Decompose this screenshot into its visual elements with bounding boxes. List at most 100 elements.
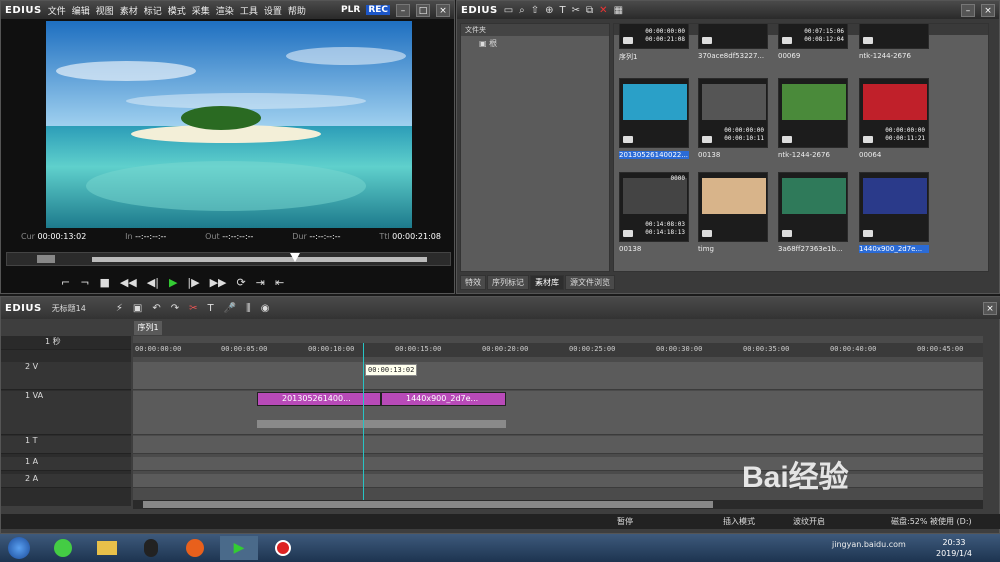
step-forward-icon[interactable]: |▶ xyxy=(187,276,199,289)
maximize-button[interactable]: □ xyxy=(416,3,430,17)
bin-clip[interactable]: ntk-1244-2676 xyxy=(859,24,929,60)
shuttle-handle[interactable] xyxy=(37,255,55,263)
bin-clip[interactable]: ntk-1244-2676 xyxy=(778,78,848,159)
timeline-ruler[interactable]: 00:00:00:00 00:00:05:00 00:00:10:00 00:0… xyxy=(133,343,983,357)
bin-clip[interactable]: 1440x900_2d7e... xyxy=(859,172,929,253)
lane-2v[interactable] xyxy=(133,362,983,390)
close-button[interactable]: × xyxy=(436,3,450,17)
rewind-icon[interactable]: ◀◀ xyxy=(120,276,137,289)
taskbar-edius-icon[interactable]: ▶ xyxy=(220,536,258,560)
bin-clip[interactable]: 3a68ff27363e1b... xyxy=(778,172,848,253)
lane-1va[interactable]: 201305261400... 1440x900_2d7e... xyxy=(133,391,983,435)
menu-settings[interactable]: 设置 xyxy=(264,4,282,17)
lane-2a[interactable] xyxy=(133,474,983,488)
tab-bin[interactable]: 素材库 xyxy=(530,275,564,290)
ruler-tick: 00:00:05:00 xyxy=(221,345,268,353)
rec-mode-button[interactable]: REC xyxy=(366,5,390,15)
bin-clip[interactable]: timg xyxy=(698,172,768,253)
camera-icon xyxy=(623,136,633,143)
copy-icon[interactable]: ⧉ xyxy=(586,5,593,16)
add-clip-icon[interactable]: ⊕ xyxy=(545,5,553,16)
track-2v[interactable]: 2 V xyxy=(1,362,131,390)
playhead-icon[interactable] xyxy=(290,253,300,262)
minimize-button[interactable]: – xyxy=(396,3,410,17)
save-icon[interactable]: ▣ xyxy=(133,303,142,314)
menu-clip[interactable]: 素材 xyxy=(120,4,138,17)
bin-clip[interactable]: 00:00:00:00 00:00:10:11 00138 xyxy=(698,78,768,159)
tab-sequence-markers[interactable]: 序列标记 xyxy=(487,275,529,290)
track-1a[interactable]: 1 A xyxy=(1,457,131,471)
bin-clip[interactable]: 00:07:15:06 00:08:12:04 00069 xyxy=(778,24,848,60)
track-1t[interactable]: 1 T xyxy=(1,436,131,454)
taskbar-firefox-icon[interactable] xyxy=(176,536,214,560)
bin-minimize-button[interactable]: – xyxy=(961,3,975,17)
insert-to-timeline-icon[interactable]: ⇥ xyxy=(256,276,265,289)
timeline-scrollbar[interactable] xyxy=(133,500,983,509)
timeline-cursor[interactable] xyxy=(363,343,364,503)
bin-clip[interactable]: 370ace8df53227... xyxy=(698,24,768,60)
view-mode-icon[interactable]: ▦ xyxy=(614,5,623,16)
menu-render[interactable]: 渲染 xyxy=(216,4,234,17)
bin-clip[interactable]: 00:00:00:00 00:00:11:21 00064 xyxy=(859,78,929,159)
step-back-icon[interactable]: ◀| xyxy=(147,276,159,289)
bin-clip[interactable]: 20130526140022... xyxy=(619,78,689,159)
cut-icon[interactable]: ✂ xyxy=(572,5,580,16)
render-icon[interactable]: ◉ xyxy=(261,303,270,314)
start-button[interactable] xyxy=(0,536,38,560)
player-scrub-bar[interactable] xyxy=(6,252,451,266)
bin-clip[interactable]: 00:14:08:03 00:14:18:13 0000 00138 xyxy=(619,172,689,253)
timeline-scale[interactable]: 1 秒 xyxy=(25,337,61,346)
menu-marker[interactable]: 标记 xyxy=(144,4,162,17)
menu-mode[interactable]: 模式 xyxy=(168,4,186,17)
timeline-close-button[interactable]: × xyxy=(983,301,997,315)
mixer-icon[interactable]: ⫼ xyxy=(246,303,251,314)
menu-capture[interactable]: 采集 xyxy=(192,4,210,17)
menu-tools[interactable]: 工具 xyxy=(240,4,258,17)
menu-view[interactable]: 视图 xyxy=(96,4,114,17)
position-track[interactable] xyxy=(92,257,427,262)
fast-forward-icon[interactable]: ▶▶ xyxy=(210,276,227,289)
menu-help[interactable]: 帮助 xyxy=(288,4,306,17)
status-ripple[interactable]: 波纹开启 xyxy=(793,516,825,527)
new-sequence-icon[interactable]: ⚡ xyxy=(116,303,123,314)
status-insert-mode[interactable]: 插入模式 xyxy=(723,516,755,527)
taskbar-folder-icon[interactable] xyxy=(88,536,126,560)
redo-icon[interactable]: ↷ xyxy=(171,303,179,314)
bin-close-button[interactable]: × xyxy=(981,3,995,17)
folder-icon[interactable]: ▭ xyxy=(504,5,513,16)
track-1va[interactable]: 1 VA xyxy=(1,391,131,435)
system-clock[interactable]: 20:33 2019/1/4 xyxy=(936,537,972,559)
plr-mode-button[interactable]: PLR xyxy=(341,5,360,15)
taskbar-ie-icon[interactable] xyxy=(44,536,82,560)
set-in-icon[interactable]: ⌐ xyxy=(61,276,70,289)
menu-file[interactable]: 文件 xyxy=(48,4,66,17)
taskbar-recorder-icon[interactable] xyxy=(264,536,302,560)
menu-edit[interactable]: 编辑 xyxy=(72,4,90,17)
mic-icon[interactable]: 🎤 xyxy=(224,303,236,314)
set-out-icon[interactable]: ¬ xyxy=(80,276,89,289)
taskbar-qq-icon[interactable] xyxy=(132,536,170,560)
text-tool-icon[interactable]: T xyxy=(208,303,214,314)
up-folder-icon[interactable]: ⇧ xyxy=(531,5,539,16)
delete-icon[interactable]: ✕ xyxy=(599,5,607,16)
tab-effects[interactable]: 特效 xyxy=(460,275,486,290)
timeline-clip-b[interactable]: 1440x900_2d7e... xyxy=(381,392,506,406)
sequence-tab[interactable]: 序列1 xyxy=(134,321,162,335)
lane-1t[interactable] xyxy=(133,436,983,454)
overwrite-icon[interactable]: ⇤ xyxy=(275,276,284,289)
tab-source-browser[interactable]: 源文件浏览 xyxy=(565,275,615,290)
lane-1a[interactable] xyxy=(133,457,983,471)
track-2a[interactable]: 2 A xyxy=(1,474,131,488)
bin-clip[interactable]: 00:00:00:00 00:00:21:08 序列1 xyxy=(619,24,689,62)
title-icon[interactable]: T xyxy=(560,5,566,16)
camera-icon xyxy=(863,37,873,44)
play-icon[interactable]: ▶ xyxy=(169,276,177,289)
razor-icon[interactable]: ✂ xyxy=(189,303,197,314)
folder-root[interactable]: ▣ 根 xyxy=(461,36,609,51)
undo-icon[interactable]: ↶ xyxy=(152,303,160,314)
search-icon[interactable]: ⌕ xyxy=(519,5,525,16)
stop-icon[interactable]: ■ xyxy=(99,276,109,289)
audio-waveform[interactable] xyxy=(257,420,506,428)
loop-icon[interactable]: ⟳ xyxy=(237,276,246,289)
scroll-thumb[interactable] xyxy=(143,501,713,508)
